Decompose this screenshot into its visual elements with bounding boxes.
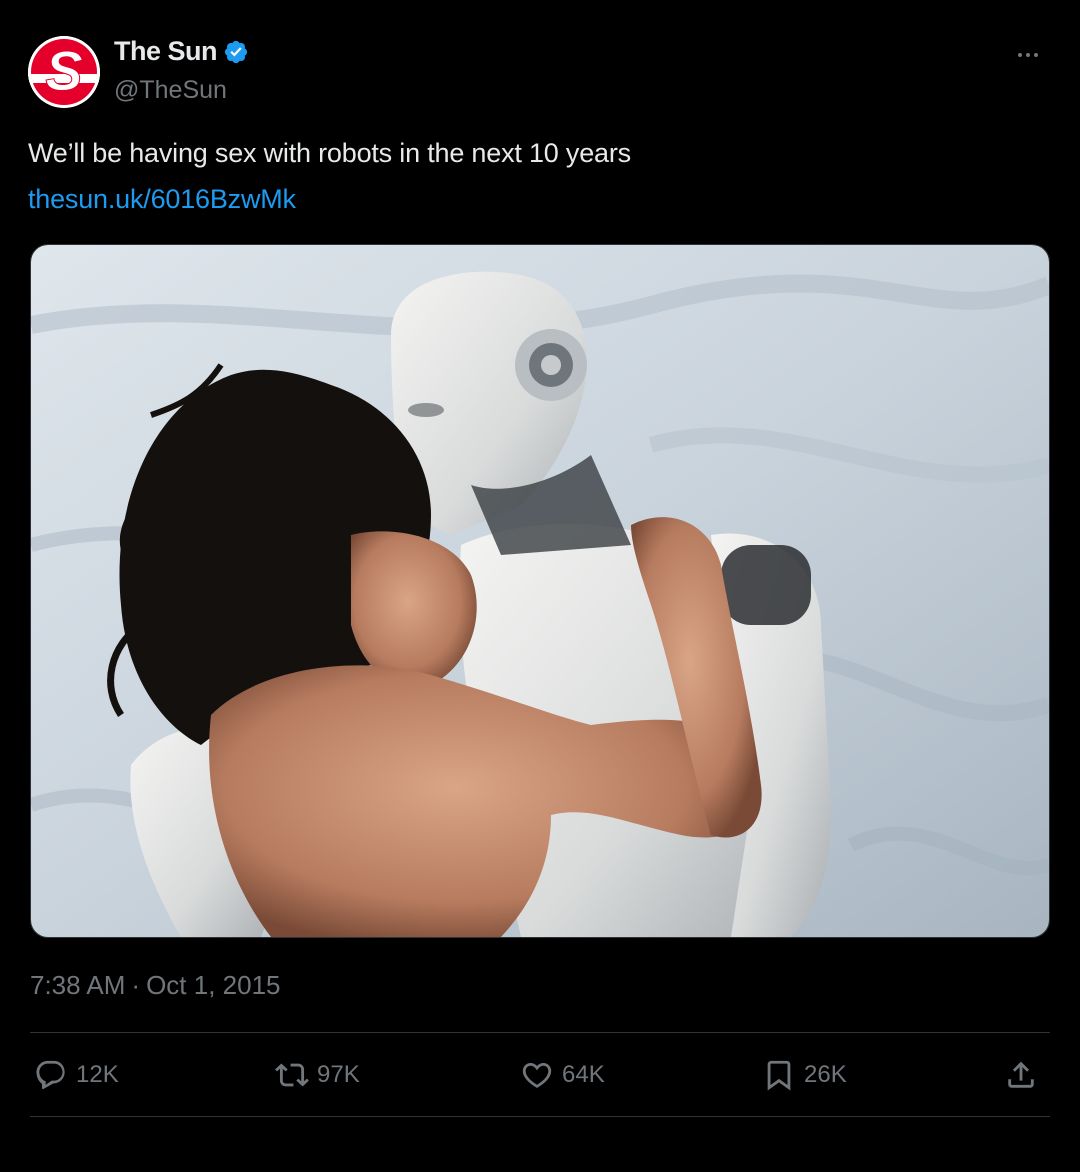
share-icon [1008, 1061, 1034, 1088]
divider [30, 1116, 1050, 1117]
bookmark-button[interactable]: 26K [762, 1058, 847, 1092]
timestamp-separator: · [131, 970, 141, 1000]
bookmark-count: 26K [804, 1061, 847, 1088]
tweet-link[interactable]: thesun.uk/6016BzwMk [28, 184, 296, 215]
repost-icon [275, 1063, 309, 1087]
author-handle[interactable]: @TheSun [114, 76, 227, 105]
reply-button[interactable]: 12K [34, 1058, 119, 1092]
share-button[interactable] [1004, 1058, 1038, 1092]
robot-embrace-photo [31, 245, 1049, 937]
svg-text:S: S [45, 39, 82, 102]
like-button[interactable]: 64K [520, 1058, 605, 1092]
tweet-time: 7:38 AM [30, 970, 126, 1000]
more-dot-icon [1026, 53, 1030, 57]
tweet-card: S The Sun @TheSun We’ll be having sex wi… [0, 0, 1080, 1172]
like-count: 64K [562, 1061, 605, 1088]
bookmark-icon [767, 1060, 791, 1091]
reply-icon [36, 1060, 65, 1090]
verified-badge-icon [223, 39, 249, 65]
more-dot-icon [1034, 53, 1038, 57]
repost-button[interactable]: 97K [275, 1058, 360, 1092]
tweet-timestamp[interactable]: 7:38 AM · Oct 1, 2015 [30, 970, 281, 1001]
avatar[interactable]: S [28, 36, 100, 108]
repost-count: 97K [317, 1061, 360, 1088]
author-name-row: The Sun [114, 36, 249, 67]
heart-icon [522, 1062, 552, 1088]
reply-count: 12K [76, 1061, 119, 1088]
divider [30, 1032, 1050, 1033]
action-bar: 12K 97K 64K 26K [0, 1058, 1080, 1098]
tweet-text: We’ll be having sex with robots in the n… [28, 138, 631, 168]
more-dot-icon [1018, 53, 1022, 57]
the-sun-logo-icon: S [28, 36, 100, 108]
tweet-media-image[interactable] [30, 244, 1050, 938]
tweet-date: Oct 1, 2015 [146, 970, 281, 1000]
more-options-button[interactable] [1008, 40, 1048, 70]
author-display-name[interactable]: The Sun [114, 36, 218, 67]
